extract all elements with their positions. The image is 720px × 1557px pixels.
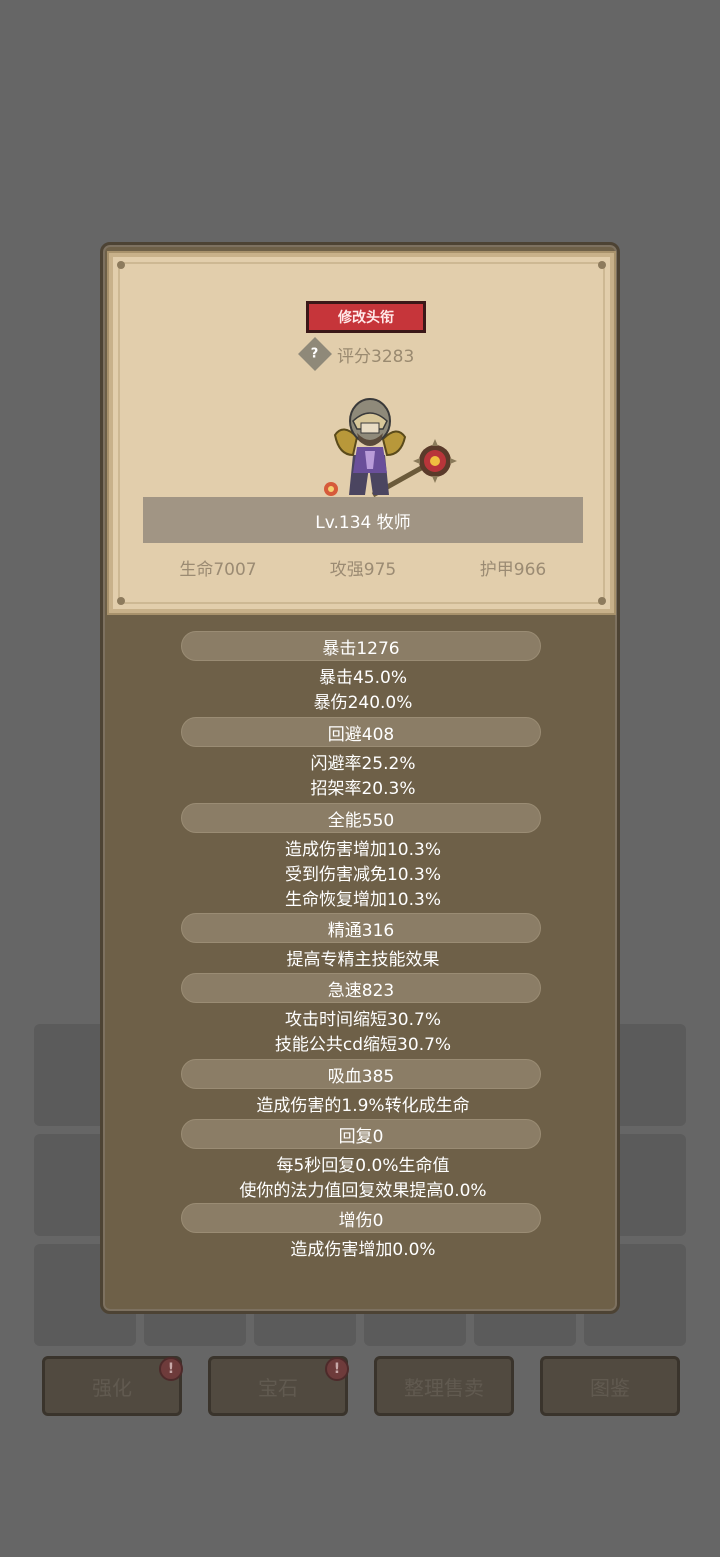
stat-line: 提高专精主技能效果	[286, 950, 440, 970]
help-icon[interactable]: ?	[298, 337, 332, 371]
stat-header-leech: 吸血385	[181, 1059, 541, 1089]
character-portrait-icon	[324, 398, 457, 498]
enhance-button[interactable]: 强化 !	[42, 1356, 183, 1416]
score-label: 评分3283	[337, 346, 415, 367]
stat-header-regen: 回复0	[181, 1119, 541, 1149]
sort-sell-button[interactable]: 整理售卖	[374, 1356, 514, 1416]
hp-stat: 生命7007	[179, 560, 257, 580]
stat-header-mastery: 精通316	[181, 913, 541, 943]
stat-header-damage-bonus: 增伤0	[181, 1203, 541, 1233]
stat-line: 造成伤害增加0.0%	[290, 1240, 436, 1260]
character-card: 修改头衔 ? 评分3283 Lv.134 牧师 生命7007 攻强975 护甲9…	[109, 253, 614, 613]
stat-header-avoidance: 回避408	[181, 717, 541, 747]
stat-header-crit: 暴击1276	[181, 631, 541, 661]
codex-button[interactable]: 图鉴	[540, 1356, 680, 1416]
stat-line: 使你的法力值回复效果提高0.0%	[239, 1181, 487, 1201]
stat-line: 造成伤害的1.9%转化成生命	[256, 1096, 470, 1116]
alert-badge-icon: !	[159, 1357, 183, 1381]
corner-rivet	[117, 597, 125, 605]
sort-sell-button-label: 整理售卖	[404, 1375, 484, 1400]
stat-line: 技能公共cd缩短30.7%	[274, 1035, 452, 1055]
bottom-action-bar: 强化 ! 宝石 ! 整理售卖 图鉴	[0, 1356, 720, 1420]
armor-stat: 护甲966	[479, 560, 547, 580]
score-row: ? 评分3283	[298, 337, 415, 371]
stat-header-haste: 急速823	[181, 973, 541, 1003]
stat-line: 每5秒回复0.0%生命值	[276, 1156, 450, 1176]
stat-line: 招架率20.3%	[310, 779, 416, 799]
alert-badge-icon: !	[325, 1357, 349, 1381]
stat-line: 造成伤害增加10.3%	[284, 840, 441, 860]
stat-line: 暴伤240.0%	[313, 693, 413, 713]
stat-line: 受到伤害减免10.3%	[284, 865, 441, 885]
stat-line: 生命恢复增加10.3%	[284, 890, 441, 910]
rename-title-button[interactable]: 修改头衔	[306, 301, 426, 333]
attack-power-stat: 攻强975	[329, 560, 397, 580]
stat-line: 暴击45.0%	[318, 668, 407, 688]
stat-line: 闪避率25.2%	[310, 754, 416, 774]
enhance-button-label: 强化	[92, 1375, 132, 1400]
corner-rivet	[598, 261, 606, 269]
stat-header-versatility: 全能550	[181, 803, 541, 833]
codex-button-label: 图鉴	[590, 1375, 630, 1400]
base-stats-row: 生命7007 攻强975 护甲966	[113, 555, 610, 585]
gem-button-label: 宝石	[258, 1375, 298, 1400]
stat-line: 攻击时间缩短30.7%	[284, 1010, 441, 1030]
gem-button[interactable]: 宝石 !	[208, 1356, 349, 1416]
level-class-banner: Lv.134 牧师	[143, 497, 583, 543]
corner-rivet	[598, 597, 606, 605]
corner-rivet	[117, 261, 125, 269]
character-stats-panel: 修改头衔 ? 评分3283 Lv.134 牧师 生命7007 攻强975 护甲9…	[100, 242, 620, 1314]
